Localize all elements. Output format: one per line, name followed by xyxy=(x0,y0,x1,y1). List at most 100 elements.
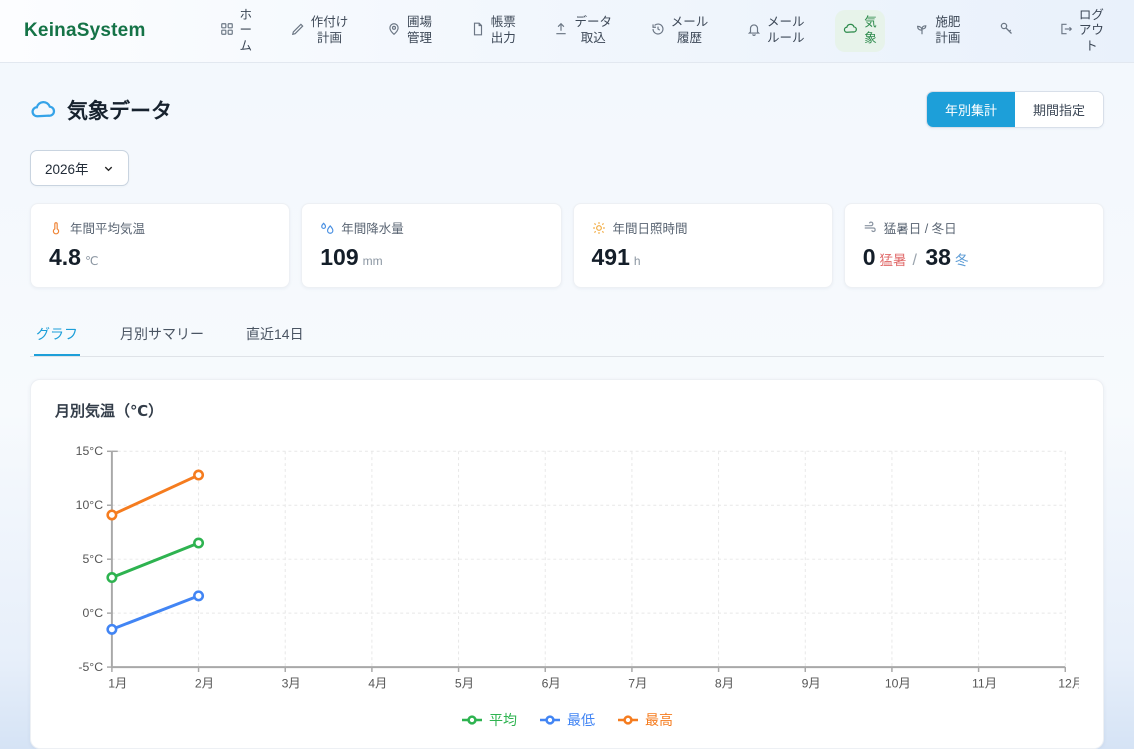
svg-text:6月: 6月 xyxy=(542,677,561,691)
stat-value: 4.8 xyxy=(49,244,81,270)
legend-item-min[interactable]: 最低 xyxy=(539,710,595,730)
wind-icon xyxy=(863,221,877,235)
cold-days-tag: 冬 xyxy=(955,253,969,268)
stat-unit: h xyxy=(634,254,641,268)
svg-text:8月: 8月 xyxy=(715,677,734,691)
nav-item-label: ホ ー ム xyxy=(240,8,253,55)
sprout-icon xyxy=(915,22,929,41)
tab-graph[interactable]: グラフ xyxy=(34,316,80,356)
bell-icon xyxy=(747,22,761,41)
brand-logo[interactable]: KeinaSystem xyxy=(24,20,146,42)
svg-text:3月: 3月 xyxy=(282,677,301,691)
nav-item-label: データ 取込 xyxy=(574,15,612,46)
pencil-icon xyxy=(291,22,305,41)
svg-text:10月: 10月 xyxy=(885,677,911,691)
cloud-icon xyxy=(30,96,57,123)
nav-item-label: 気 象 xyxy=(864,15,877,46)
cloud-icon xyxy=(843,21,858,41)
key-icon xyxy=(999,21,1014,41)
nav-item-label: メール 履歴 xyxy=(671,15,709,46)
stat-value: 491 xyxy=(592,244,630,270)
logout-icon xyxy=(1059,22,1073,41)
nav-item-field-management[interactable]: 圃場 管理 xyxy=(379,10,440,51)
thermometer-icon xyxy=(49,221,63,235)
stat-value: 109 xyxy=(320,244,358,270)
hot-days-value: 0 xyxy=(863,244,876,270)
nav-item-label: 圃場 管理 xyxy=(407,15,432,46)
nav-item-key[interactable] xyxy=(991,16,1028,46)
svg-text:4月: 4月 xyxy=(368,677,387,691)
svg-text:5月: 5月 xyxy=(455,677,474,691)
nav-items: ホ ー ム 作付け 計画 圃場 管理 帳票 出力 データ 取込 メール 履歴 メ… xyxy=(212,3,1112,60)
nav-item-planting-plan[interactable]: 作付け 計画 xyxy=(283,10,357,51)
grid-icon xyxy=(220,22,234,41)
legend-label: 最高 xyxy=(645,710,673,730)
file-icon xyxy=(471,22,485,41)
period-select-button[interactable]: 期間指定 xyxy=(1015,92,1103,127)
svg-text:5°C: 5°C xyxy=(82,552,103,566)
year-select-value: 2026年 xyxy=(45,158,89,178)
line-dot-icon xyxy=(617,712,639,728)
svg-text:9月: 9月 xyxy=(802,677,821,691)
nav-item-fertilizer-plan[interactable]: 施肥 計画 xyxy=(907,10,968,51)
hot-days-tag: 猛暑 xyxy=(880,253,907,268)
stat-label: 年間日照時間 xyxy=(613,218,688,237)
legend-label: 平均 xyxy=(489,710,517,730)
nav-item-label: 作付け 計画 xyxy=(311,15,349,46)
nav-item-data-import[interactable]: データ 取込 xyxy=(546,10,620,51)
stat-unit: ℃ xyxy=(85,254,98,268)
nav-item-home[interactable]: ホ ー ム xyxy=(212,3,261,60)
stat-card-avg-temp: 年間平均気温 4.8 ℃ xyxy=(30,203,290,288)
droplets-icon xyxy=(320,221,334,235)
nav-item-mail-rules[interactable]: メール ルール xyxy=(739,10,813,51)
stat-card-precipitation: 年間降水量 109 mm xyxy=(301,203,561,288)
nav-item-label: 帳票 出力 xyxy=(491,15,516,46)
nav-item-mail-history[interactable]: メール 履歴 xyxy=(643,10,717,51)
svg-text:7月: 7月 xyxy=(628,677,647,691)
chart-title: 月別気温（℃） xyxy=(55,400,1079,421)
svg-text:-5°C: -5°C xyxy=(78,660,103,674)
map-pin-icon xyxy=(387,22,401,41)
stat-cards: 年間平均気温 4.8 ℃ 年間降水量 109 mm 年間日照時間 491 h 猛暑日 … xyxy=(30,203,1104,288)
nav-item-label: 施肥 計画 xyxy=(935,15,960,46)
stat-label: 年間降水量 xyxy=(341,218,404,237)
svg-text:0°C: 0°C xyxy=(82,606,103,620)
stat-card-sunshine: 年間日照時間 491 h xyxy=(573,203,833,288)
svg-text:15°C: 15°C xyxy=(76,444,104,458)
svg-text:1月: 1月 xyxy=(108,677,127,691)
view-toggle: 年別集計 期間指定 xyxy=(926,91,1104,128)
page-title: 気象データ xyxy=(67,95,172,125)
main-content: 気象データ 年別集計 期間指定 2026年 年間平均気温 4.8 ℃ 年間降水量 … xyxy=(0,91,1134,749)
svg-text:10°C: 10°C xyxy=(76,498,104,512)
tab-monthly-summary[interactable]: 月別サマリー xyxy=(118,316,206,356)
nav-item-weather[interactable]: 気 象 xyxy=(835,10,885,51)
yearly-summary-button[interactable]: 年別集計 xyxy=(927,92,1015,127)
separator: / xyxy=(913,252,917,269)
stat-card-extreme-days: 猛暑日 / 冬日 0 猛暑 / 38 冬 xyxy=(844,203,1104,288)
stat-label: 猛暑日 / 冬日 xyxy=(884,218,957,237)
nav-item-label: メール ルール xyxy=(767,15,805,46)
top-nav: KeinaSystem ホ ー ム 作付け 計画 圃場 管理 帳票 出力 データ… xyxy=(0,0,1134,63)
legend-item-average[interactable]: 平均 xyxy=(461,710,517,730)
stat-unit: mm xyxy=(363,254,383,268)
cold-days-value: 38 xyxy=(925,244,951,270)
legend-item-max[interactable]: 最高 xyxy=(617,710,673,730)
chevron-down-icon xyxy=(103,163,114,174)
chart-legend: 平均 最低 最高 xyxy=(55,710,1079,730)
monthly-temperature-chart: -5°C 0°C 5°C 10°C 15°C 1月 2月 3月 4月 5月 6月 7月 8月 9月 10月 1… xyxy=(55,435,1079,708)
svg-text:12月: 12月 xyxy=(1058,677,1079,691)
nav-item-label: ログ アウ ト xyxy=(1079,8,1104,55)
tab-last-14-days[interactable]: 直近14日 xyxy=(244,316,306,356)
chart-canvas: -5°C 0°C 5°C 10°C 15°C 1月 2月 3月 4月 5月 6月 7月 8月 9月 10月 1… xyxy=(55,435,1079,703)
line-dot-icon xyxy=(461,712,483,728)
legend-label: 最低 xyxy=(567,710,595,730)
line-dot-icon xyxy=(539,712,561,728)
nav-item-logout[interactable]: ログ アウ ト xyxy=(1051,3,1112,60)
stat-label: 年間平均気温 xyxy=(70,218,145,237)
nav-item-report-output[interactable]: 帳票 出力 xyxy=(463,10,524,51)
history-icon xyxy=(651,22,665,41)
upload-icon xyxy=(554,22,568,41)
sun-icon xyxy=(592,221,606,235)
svg-text:2月: 2月 xyxy=(195,677,214,691)
year-select[interactable]: 2026年 xyxy=(30,150,129,186)
